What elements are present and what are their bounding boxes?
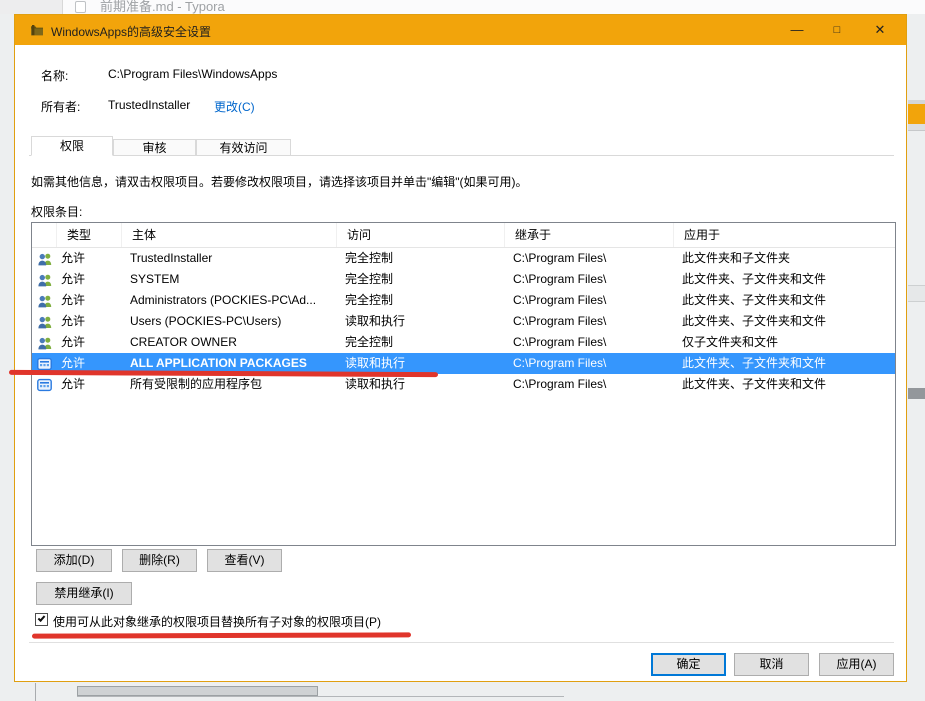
row-access: 完全控制	[345, 251, 394, 265]
users-icon	[32, 248, 57, 269]
view-button[interactable]: 查看(V)	[207, 549, 282, 572]
row-inherited-from: C:\Program Files\	[513, 251, 607, 265]
name-value: C:\Program Files\WindowsApps	[108, 67, 278, 81]
row-principal: SYSTEM	[130, 272, 180, 286]
permission-table: 类型 主体 访问 继承于 应用于 允许 TrustedInstaller 完全控制 C:…	[31, 222, 896, 546]
row-applies-to: 此文件夹、子文件夹和文件	[682, 293, 827, 307]
replace-child-permissions-label[interactable]: 使用可从此对象继承的权限项目替换所有子对象的权限项目(P)	[53, 613, 381, 630]
typora-title: 前期准备.md - Typora	[100, 0, 225, 14]
row-type: 允许	[61, 335, 86, 349]
tab-auditing[interactable]: 审核	[113, 139, 196, 156]
users-icon	[32, 332, 57, 353]
ok-button[interactable]: 确定	[651, 653, 726, 676]
table-row[interactable]: 允许 Users (POCKIES-PC\Users) 读取和执行 C:\Pro…	[32, 311, 895, 332]
column-header[interactable]: 应用于	[674, 223, 895, 247]
tab-permissions[interactable]: 权限	[31, 136, 113, 156]
row-access: 完全控制	[345, 272, 394, 286]
typora-document-icon	[75, 1, 86, 13]
remove-button[interactable]: 删除(R)	[122, 549, 197, 572]
background-fragment	[908, 285, 925, 302]
owner-change-link[interactable]: 更改(C)	[214, 98, 255, 115]
row-principal: TrustedInstaller	[130, 251, 213, 265]
row-principal: Administrators (POCKIES-PC\Ad...	[130, 293, 317, 307]
row-inherited-from: C:\Program Files\	[513, 335, 607, 349]
background-fragment	[908, 124, 925, 131]
permission-table-header: 类型 主体 访问 继承于 应用于	[32, 223, 895, 248]
background-fragment	[77, 696, 564, 697]
table-row[interactable]: 允许 所有受限制的应用程序包 读取和执行 C:\Program Files\ 此…	[32, 374, 895, 395]
owner-label: 所有者:	[41, 100, 81, 114]
row-applies-to: 此文件夹、子文件夹和文件	[682, 377, 827, 391]
row-access: 读取和执行	[345, 377, 406, 391]
column-header[interactable]: 访问	[337, 223, 505, 247]
dialog-titlebar[interactable]: WindowsApps的高级安全设置 — □ ✕	[15, 15, 906, 45]
security-folder-icon[interactable]	[30, 23, 44, 37]
background-window-strip: 前期准备.md - Typora	[0, 0, 925, 14]
permission-entries-label: 权限条目:	[31, 205, 83, 219]
row-inherited-from: C:\Program Files\	[513, 314, 607, 328]
row-inherited-from: C:\Program Files\	[513, 272, 607, 286]
bottom-separator	[29, 642, 894, 643]
background-fragment	[35, 683, 36, 701]
background-orange-bar-fragment	[908, 104, 925, 124]
row-principal: 所有受限制的应用程序包	[130, 377, 263, 391]
row-applies-to: 仅子文件夹和文件	[682, 335, 779, 349]
row-access: 读取和执行	[345, 314, 406, 328]
users-icon	[32, 290, 57, 311]
table-row[interactable]: 允许 SYSTEM 完全控制 C:\Program Files\ 此文件夹、子文…	[32, 269, 895, 290]
row-access: 完全控制	[345, 335, 394, 349]
column-header-icon[interactable]	[32, 223, 57, 247]
row-principal: Users (POCKIES-PC\Users)	[130, 314, 282, 328]
row-type: 允许	[61, 314, 86, 328]
column-header[interactable]: 类型	[57, 223, 122, 247]
disable-inheritance-button[interactable]: 禁用继承(I)	[36, 582, 132, 605]
row-principal: CREATOR OWNER	[130, 335, 237, 349]
checkmark-icon	[37, 614, 46, 622]
row-applies-to: 此文件夹、子文件夹和文件	[682, 272, 827, 286]
replace-child-permissions-checkbox[interactable]	[35, 613, 48, 626]
row-inherited-from: C:\Program Files\	[513, 293, 607, 307]
tab-effective-access[interactable]: 有效访问	[196, 139, 291, 156]
users-icon	[32, 311, 57, 332]
minimize-icon[interactable]: —	[784, 15, 810, 45]
owner-value: TrustedInstaller	[108, 98, 191, 112]
row-applies-to: 此文件夹、子文件夹和文件	[682, 356, 827, 370]
dialog-title: WindowsApps的高级安全设置	[51, 25, 212, 39]
advanced-security-settings-dialog: WindowsApps的高级安全设置 — □ ✕ 名称: C:\Program …	[14, 14, 907, 682]
name-label: 名称:	[41, 69, 69, 83]
row-applies-to: 此文件夹和子文件夹	[682, 251, 791, 265]
table-row[interactable]: 允许 TrustedInstaller 完全控制 C:\Program File…	[32, 248, 895, 269]
cancel-button[interactable]: 取消	[734, 653, 809, 676]
apply-button[interactable]: 应用(A)	[819, 653, 894, 676]
column-header[interactable]: 主体	[122, 223, 337, 247]
users-icon	[32, 269, 57, 290]
row-access: 完全控制	[345, 293, 394, 307]
background-fragment	[77, 686, 318, 696]
background-fragment	[908, 388, 925, 399]
package-icon	[32, 374, 57, 395]
row-type: 允许	[61, 293, 86, 307]
table-row[interactable]: 允许 CREATOR OWNER 完全控制 C:\Program Files\ …	[32, 332, 895, 353]
add-button[interactable]: 添加(D)	[36, 549, 112, 572]
row-applies-to: 此文件夹、子文件夹和文件	[682, 314, 827, 328]
table-row[interactable]: 允许 Administrators (POCKIES-PC\Ad... 完全控制…	[32, 290, 895, 311]
column-header[interactable]: 继承于	[505, 223, 674, 247]
instruction-text: 如需其他信息，请双击权限项目。若要修改权限项目，请选择该项目并单击"编辑"(如果…	[31, 175, 528, 189]
maximize-icon[interactable]: □	[824, 15, 850, 45]
typora-titlebar: 前期准备.md - Typora	[62, 0, 925, 14]
row-type: 允许	[61, 377, 86, 391]
row-inherited-from: C:\Program Files\	[513, 356, 607, 370]
close-icon[interactable]: ✕	[867, 15, 893, 45]
row-type: 允许	[61, 251, 86, 265]
row-inherited-from: C:\Program Files\	[513, 377, 607, 391]
row-type: 允许	[61, 272, 86, 286]
